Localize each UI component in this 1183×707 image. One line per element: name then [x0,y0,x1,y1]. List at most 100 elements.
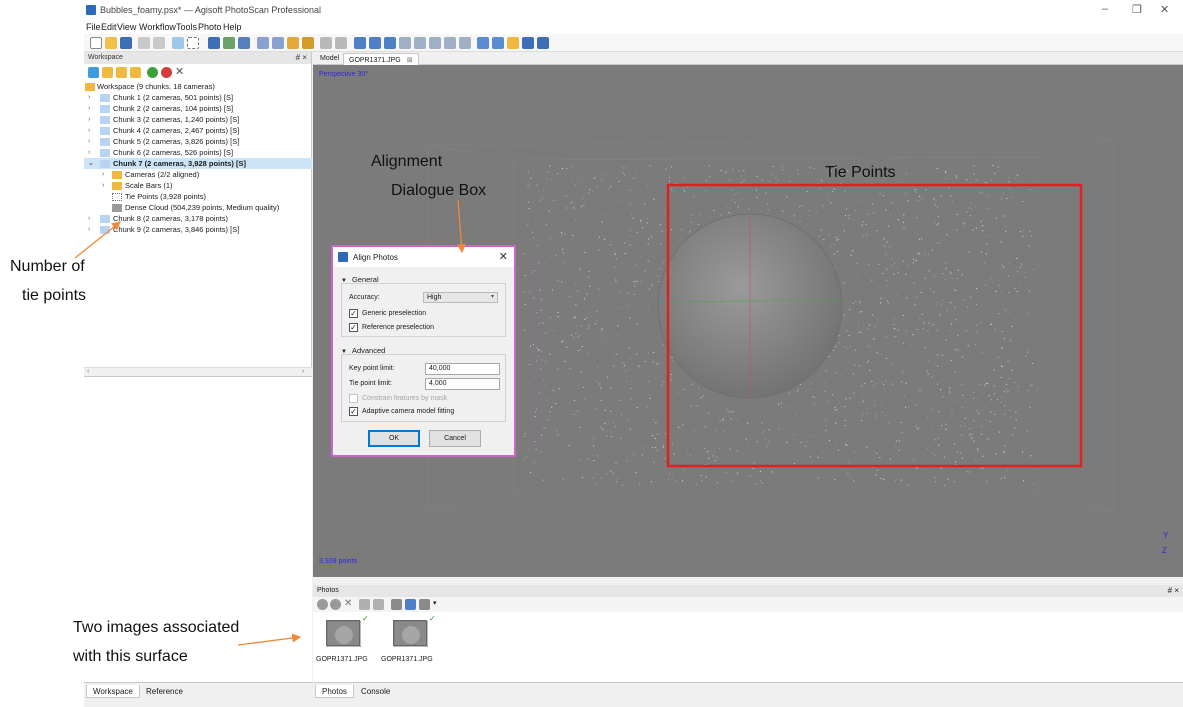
add-folder-icon[interactable] [116,67,127,78]
tie-point [1018,413,1020,415]
view-mode-dropdown-icon[interactable]: ▾ [433,599,437,607]
photo-thumbnail-2[interactable] [393,620,429,648]
tie-point-limit-input[interactable]: 4,000 [425,378,500,390]
tie-point [668,479,669,481]
open-folder-icon[interactable] [105,37,117,49]
collapse-chevron-icon[interactable]: ⌄ [88,159,94,169]
add-chunk-icon[interactable] [88,67,99,78]
menu-help[interactable]: Help [223,22,242,32]
textured-model-icon[interactable] [444,37,456,49]
disable-cameras-icon[interactable] [330,599,341,610]
crop-selection-icon[interactable] [335,37,347,49]
ruler-icon[interactable] [257,37,269,49]
rotate-right-icon[interactable] [373,599,384,610]
enable-icon[interactable] [147,67,158,78]
mask-icon[interactable] [391,599,402,610]
reference-preselection-checkbox[interactable]: ✓ [349,323,358,332]
menu-file[interactable]: File [86,22,101,32]
wireframe-model-icon[interactable] [429,37,441,49]
generic-preselection-checkbox[interactable]: ✓ [349,309,358,318]
tab-photo[interactable]: GOPR1371.JPG ⊠ [343,53,419,65]
expand-chevron-icon[interactable]: › [88,225,90,235]
remove-cameras-icon[interactable]: ✕ [344,599,355,610]
draw-polyline-icon[interactable] [272,37,284,49]
dense-cloud-icon[interactable] [384,37,396,49]
undo-icon[interactable] [138,37,150,49]
navigation-icon[interactable] [172,37,184,49]
tab-console[interactable]: Console [355,685,396,698]
menu-tools[interactable]: Tools [176,22,197,32]
tie-point [980,467,982,469]
add-marker-icon[interactable] [130,67,141,78]
disable-icon[interactable] [161,67,172,78]
draw-polygon-icon[interactable] [287,37,299,49]
tie-point [649,165,651,167]
shaded-model-icon[interactable] [399,37,411,49]
close-tab-icon[interactable]: ⊠ [407,57,413,64]
expand-chevron-icon[interactable]: › [88,137,90,147]
show-region-icon[interactable] [522,37,534,49]
add-photos-icon[interactable] [102,67,113,78]
expand-chevron-icon[interactable]: › [88,104,90,114]
grid-icon[interactable] [354,37,366,49]
details-view-icon[interactable] [419,599,430,610]
tie-point [998,431,1000,433]
save-icon[interactable] [120,37,132,49]
tab-reference[interactable]: Reference [140,685,189,698]
expand-chevron-icon[interactable]: › [88,115,90,125]
show-markers-icon[interactable] [507,37,519,49]
new-project-icon[interactable] [90,37,102,49]
expand-chevron-icon[interactable]: › [102,181,104,191]
tie-point [526,457,528,458]
adaptive-camera-fitting-checkbox[interactable]: ✓ [349,407,358,416]
enable-cameras-icon[interactable] [317,599,328,610]
dialog-close-button[interactable]: ✕ [499,250,508,263]
photos-dock-controls[interactable]: # × [1168,586,1179,595]
tie-point [900,422,902,424]
point-cloud-icon[interactable] [369,37,381,49]
expand-chevron-icon[interactable]: › [88,148,90,158]
tie-point [615,279,617,281]
resize-region-icon[interactable] [208,37,220,49]
brush-icon[interactable] [302,37,314,49]
restore-button[interactable]: ❐ [1132,3,1142,16]
scroll-right-icon[interactable]: › [302,368,304,375]
photo-thumbnail-1[interactable] [326,620,362,648]
rotate-region-icon[interactable] [223,37,235,49]
workspace-dock-controls[interactable]: # × [296,53,307,62]
rectangle-selection-icon[interactable] [187,37,199,49]
tab-model[interactable]: Model [315,53,344,65]
tiled-model-icon[interactable] [459,37,471,49]
thumbnail-view-icon[interactable] [405,599,416,610]
accuracy-select[interactable]: High ▾ [423,292,498,303]
ok-button[interactable]: OK [368,430,420,447]
remove-items-icon[interactable]: ✕ [175,67,186,78]
show-cameras-icon[interactable] [477,37,489,49]
expand-chevron-icon[interactable]: › [102,170,104,180]
show-shapes-icon[interactable] [492,37,504,49]
minimize-button[interactable]: – [1102,3,1108,15]
key-point-limit-input[interactable]: 40,000 [425,363,500,375]
menu-view[interactable]: View [117,22,136,32]
expand-chevron-icon[interactable]: › [88,126,90,136]
expand-chevron-icon[interactable]: › [88,214,90,224]
tab-workspace[interactable]: Workspace [86,685,140,698]
cancel-button[interactable]: Cancel [429,430,481,447]
redo-icon[interactable] [153,37,165,49]
close-window-button[interactable]: ✕ [1160,3,1169,16]
delete-selection-icon[interactable] [320,37,332,49]
tie-point [948,187,950,189]
expand-chevron-icon[interactable]: › [88,93,90,103]
solid-model-icon[interactable] [414,37,426,49]
rotate-object-icon[interactable] [238,37,250,49]
scroll-left-icon[interactable]: ‹ [87,368,89,375]
tab-photos[interactable]: Photos [315,685,354,698]
reset-view-icon[interactable] [537,37,549,49]
menu-workflow[interactable]: Workflow [139,22,176,32]
tie-point [618,181,620,182]
menu-edit[interactable]: Edit [101,22,117,32]
rotate-left-icon[interactable] [359,599,370,610]
tree-horizontal-scrollbar[interactable]: ‹ › [84,367,312,376]
menu-photo[interactable]: Photo [198,22,222,32]
tie-point [891,265,893,267]
